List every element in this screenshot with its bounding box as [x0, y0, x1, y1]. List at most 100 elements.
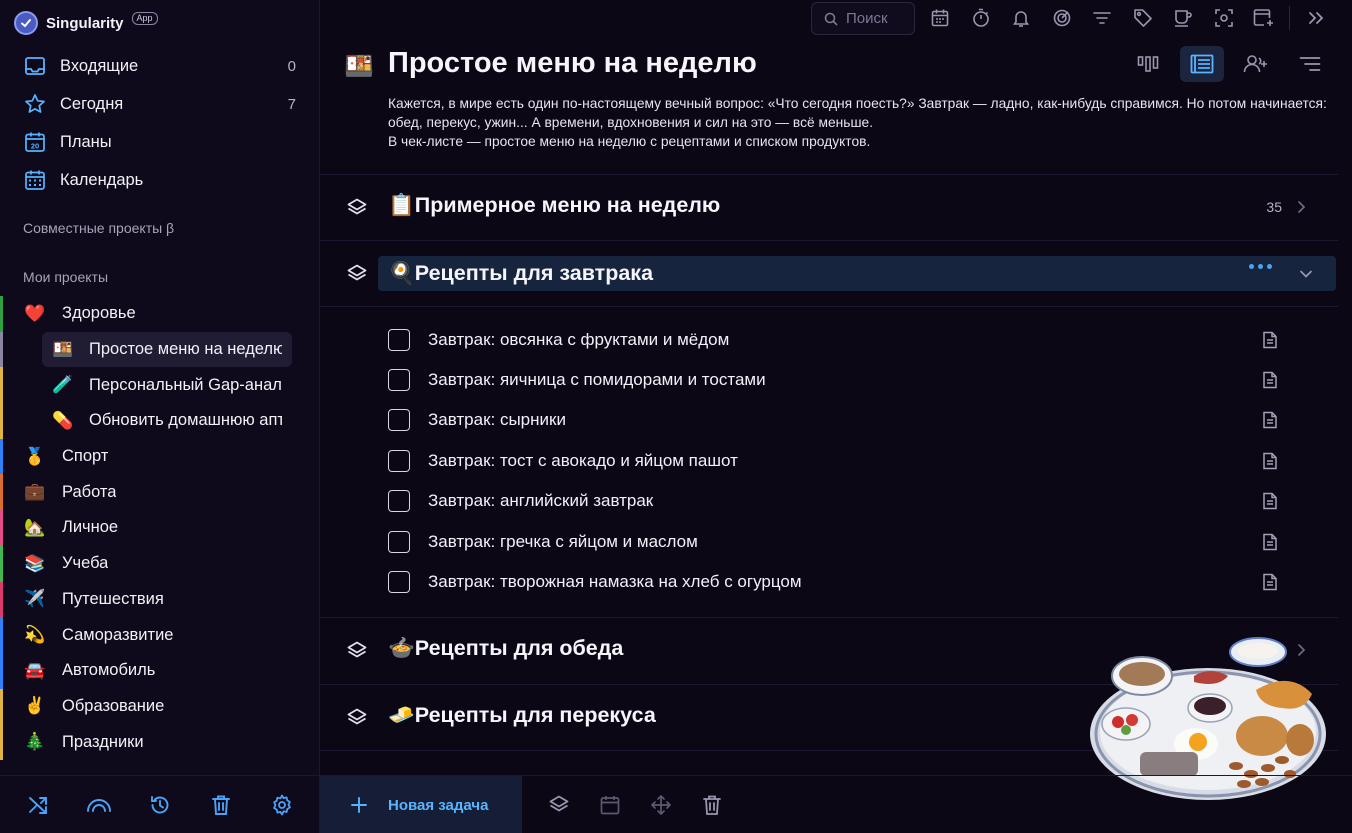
- nav-item-today[interactable]: Сегодня 7: [0, 85, 320, 123]
- project-emoji: 🍱: [52, 339, 74, 359]
- trash-icon[interactable]: [699, 793, 725, 817]
- scan-icon[interactable]: [1204, 5, 1245, 31]
- task-checkbox[interactable]: [388, 329, 410, 351]
- note-document-icon[interactable]: [1262, 533, 1278, 551]
- project-item[interactable]: 🏡 Личное: [0, 510, 320, 546]
- bell-icon[interactable]: [1001, 5, 1042, 31]
- project-color-stripe: [0, 331, 3, 368]
- layers-icon: [346, 263, 368, 285]
- project-item[interactable]: ✈️ Путешествия: [0, 581, 320, 618]
- shuffle-icon[interactable]: [25, 792, 51, 818]
- double-chevron-right-icon[interactable]: [1296, 5, 1337, 31]
- project-item[interactable]: 🎄 Праздники: [0, 724, 320, 760]
- task-row[interactable]: Завтрак: сырники: [320, 400, 1338, 440]
- calendar-icon[interactable]: [597, 793, 623, 817]
- note-document-icon[interactable]: [1262, 452, 1278, 470]
- task-checkbox[interactable]: [388, 450, 410, 472]
- project-item[interactable]: 🚘 Автомобиль: [0, 652, 320, 689]
- more-options-icon[interactable]: [1249, 264, 1272, 269]
- task-title[interactable]: Завтрак: сырники: [428, 410, 566, 430]
- task-title[interactable]: Завтрак: гречка с яйцом и маслом: [428, 532, 698, 552]
- note-document-icon[interactable]: [1262, 411, 1278, 429]
- task-row[interactable]: Завтрак: гречка с яйцом и маслом: [320, 522, 1338, 562]
- shared-projects-title[interactable]: Совместные проекты β: [23, 220, 174, 236]
- nav-item-inbox[interactable]: Входящие 0: [0, 47, 320, 85]
- project-color-stripe: [0, 581, 3, 618]
- task-row[interactable]: Завтрак: творожная намазка на хлеб с огу…: [320, 562, 1338, 602]
- project-item[interactable]: 🥇 Спорт: [0, 438, 320, 475]
- project-item[interactable]: 📚 Учеба: [0, 545, 320, 582]
- project-emoji: 💊: [52, 410, 74, 430]
- history-icon[interactable]: [147, 792, 173, 818]
- sort-icon[interactable]: [1288, 46, 1332, 82]
- project-item[interactable]: 💊 Обновить домашнюю аптечку: [0, 403, 320, 439]
- task-title[interactable]: Завтрак: тост с авокадо и яйцом пашот: [428, 451, 738, 471]
- habits-arc-icon[interactable]: [86, 792, 112, 818]
- task-action-icons: [546, 793, 725, 817]
- window-add-icon[interactable]: [1244, 5, 1285, 31]
- tag-icon[interactable]: [1123, 5, 1164, 31]
- calendar-icon[interactable]: [920, 5, 961, 31]
- note-document-icon[interactable]: [1262, 331, 1278, 349]
- move-icon[interactable]: [648, 793, 674, 817]
- project-label: Здоровье: [62, 304, 136, 323]
- project-emoji: 🥇: [24, 446, 46, 466]
- task-title[interactable]: Завтрак: английский завтрак: [428, 491, 653, 511]
- my-projects-title[interactable]: Мои проекты: [23, 269, 108, 285]
- project-item[interactable]: 💫 Саморазвитие: [0, 617, 320, 653]
- task-title[interactable]: Завтрак: яичница с помидорами и тостами: [428, 370, 766, 390]
- search-input[interactable]: [846, 10, 906, 27]
- timer-icon[interactable]: [961, 5, 1002, 31]
- page-title[interactable]: Простое меню на неделю: [388, 47, 757, 80]
- nav-item-calendar[interactable]: Календарь: [0, 161, 320, 199]
- task-row[interactable]: Завтрак: тост с авокадо и яйцом пашот: [320, 441, 1338, 481]
- trash-icon[interactable]: [208, 792, 234, 818]
- section-weekly-menu[interactable]: 📋Примерное меню на неделю 35: [320, 174, 1338, 240]
- chevron-right-icon[interactable]: [1294, 199, 1308, 215]
- project-emoji: 📚: [24, 553, 46, 573]
- task-checkbox[interactable]: [388, 571, 410, 593]
- project-label: Личное: [62, 518, 119, 537]
- project-item[interactable]: ✌️ Образование: [0, 688, 320, 725]
- task-title[interactable]: Завтрак: творожная намазка на хлеб с огу…: [428, 572, 802, 592]
- new-task-button[interactable]: Новая задача: [320, 776, 522, 833]
- nav-item-plans[interactable]: 20 Планы: [0, 123, 320, 161]
- focus-target-icon[interactable]: [1042, 5, 1083, 31]
- task-checkbox[interactable]: [388, 490, 410, 512]
- task-checkbox[interactable]: [388, 369, 410, 391]
- description-line: Кажется, в мире есть один по-настоящему …: [388, 96, 1327, 130]
- section-breakfast[interactable]: 🍳Рецепты для завтрака: [320, 240, 1338, 306]
- chevron-down-icon[interactable]: [1298, 267, 1314, 281]
- project-color-stripe: [0, 474, 3, 511]
- project-label: Спорт: [62, 447, 109, 466]
- note-document-icon[interactable]: [1262, 371, 1278, 389]
- note-document-icon[interactable]: [1262, 492, 1278, 510]
- task-checkbox[interactable]: [388, 409, 410, 431]
- project-item-selected[interactable]: 🍱 Простое меню на неделю: [0, 331, 320, 368]
- board-view-icon[interactable]: [1126, 46, 1170, 82]
- note-document-icon[interactable]: [1262, 573, 1278, 591]
- project-color-stripe: [0, 688, 3, 725]
- project-item[interactable]: 🧪 Персональный Gap-анализ: [0, 367, 320, 404]
- task-title[interactable]: Завтрак: овсянка с фруктами и мёдом: [428, 330, 729, 350]
- coffee-cup-icon[interactable]: [1163, 5, 1204, 31]
- brand[interactable]: Singularity App: [14, 10, 158, 36]
- star-icon: [24, 93, 46, 115]
- new-task-label: Новая задача: [388, 796, 489, 814]
- filter-icon[interactable]: [1082, 5, 1123, 31]
- search-box[interactable]: [811, 2, 915, 35]
- list-view-icon[interactable]: [1180, 46, 1224, 82]
- section-title: 🧈Рецепты для перекуса: [388, 703, 656, 728]
- task-row[interactable]: Завтрак: яичница с помидорами и тостами: [320, 360, 1338, 400]
- project-item[interactable]: ❤️ Здоровье: [0, 296, 320, 332]
- nav-item-count: 0: [287, 57, 296, 75]
- add-member-icon[interactable]: [1234, 46, 1278, 82]
- task-row[interactable]: Завтрак: английский завтрак: [320, 481, 1338, 521]
- task-row[interactable]: Завтрак: овсянка с фруктами и мёдом: [320, 320, 1338, 360]
- project-item[interactable]: 💼 Работа: [0, 474, 320, 511]
- svg-text:20: 20: [31, 142, 39, 151]
- project-description[interactable]: Кажется, в мире есть один по-настоящему …: [388, 94, 1328, 151]
- layers-icon[interactable]: [546, 793, 572, 817]
- settings-gear-icon[interactable]: [269, 792, 295, 818]
- task-checkbox[interactable]: [388, 531, 410, 553]
